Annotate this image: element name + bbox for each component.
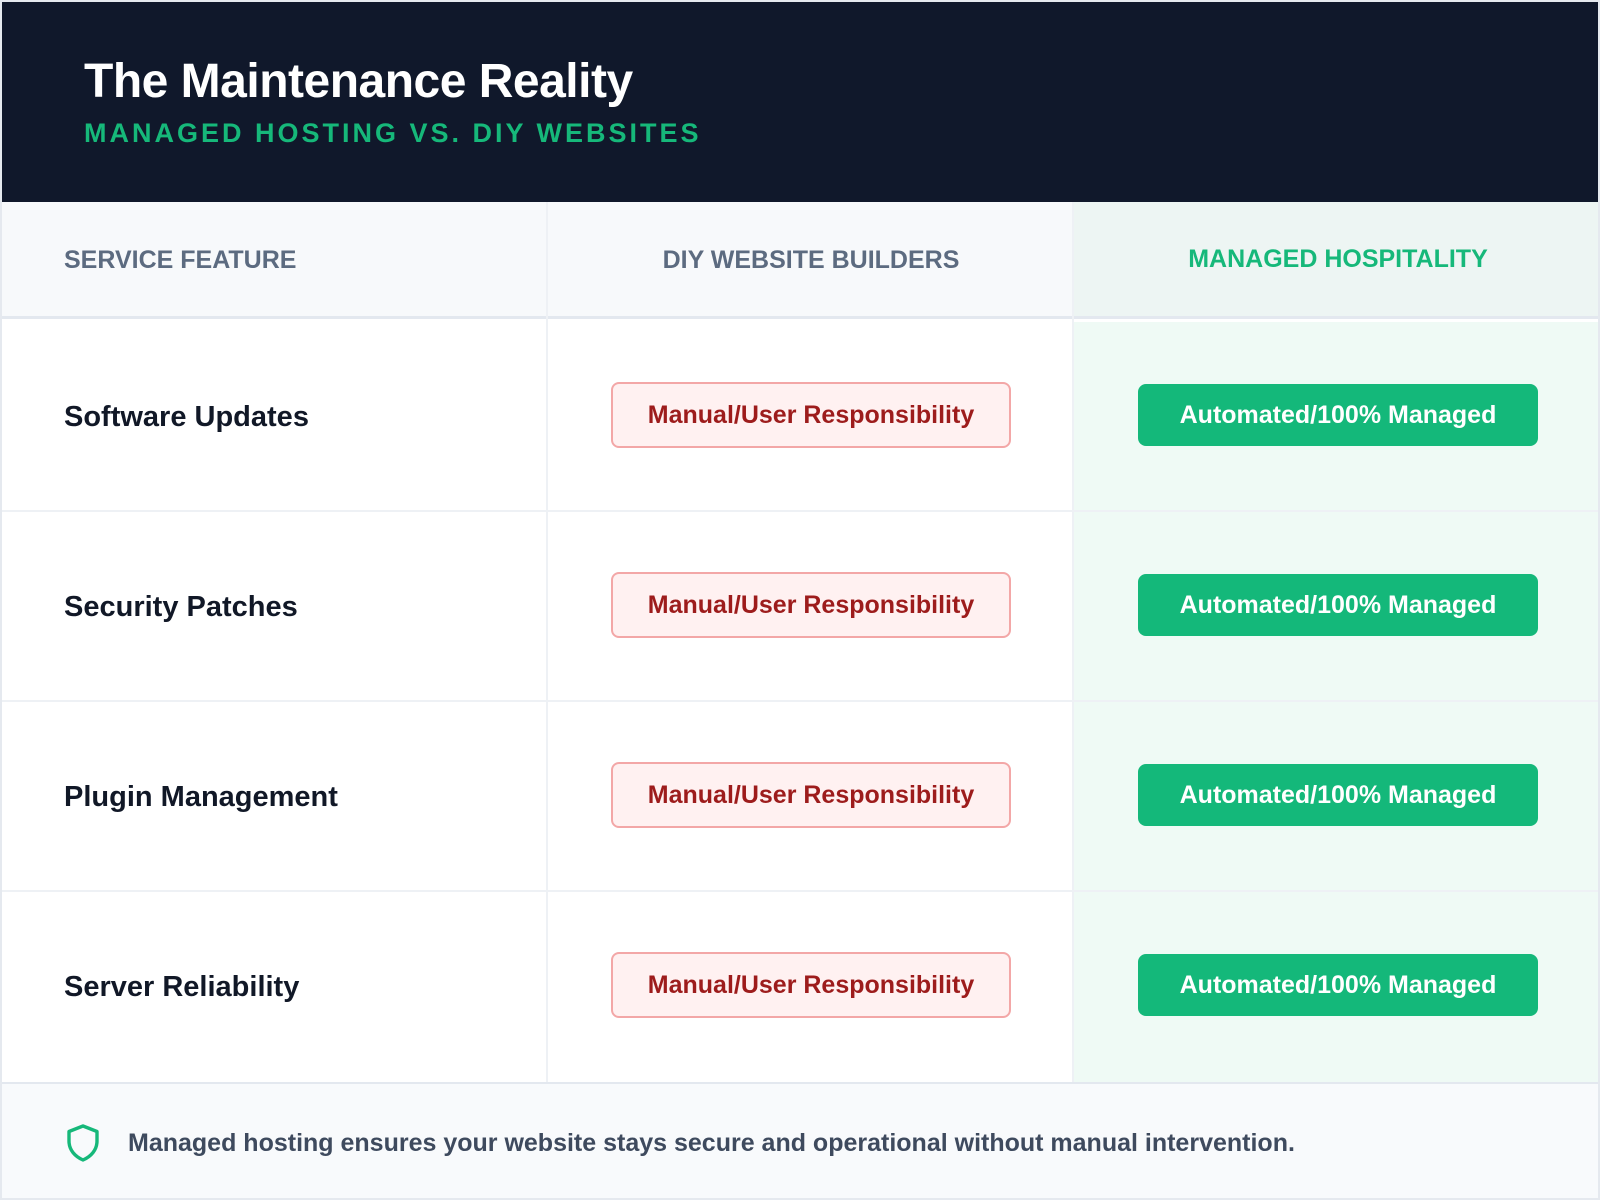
shield-icon <box>67 1124 99 1162</box>
footer-note: Managed hosting ensures your website sta… <box>2 1082 1598 1198</box>
managed-status-badge: Automated/100% Managed <box>1138 764 1538 826</box>
managed-status-badge: Automated/100% Managed <box>1138 574 1538 636</box>
comparison-card: The Maintenance Reality MANAGED HOSTING … <box>0 0 1600 1200</box>
page-title: The Maintenance Reality <box>84 55 633 108</box>
header-banner: The Maintenance Reality MANAGED HOSTING … <box>2 2 1598 202</box>
feature-label: Plugin Management <box>64 780 338 813</box>
feature-label: Software Updates <box>64 400 309 433</box>
diy-status-badge: Manual/User Responsibility <box>611 572 1011 638</box>
column-header-diy: DIY WEBSITE BUILDERS <box>662 246 960 274</box>
page-subtitle: MANAGED HOSTING VS. DIY WEBSITES <box>84 118 702 148</box>
feature-label: Security Patches <box>64 590 298 623</box>
diy-status-badge: Manual/User Responsibility <box>611 382 1011 448</box>
column-header-managed: MANAGED HOSPITALITY <box>1074 202 1598 316</box>
column-header-feature: SERVICE FEATURE <box>64 246 297 274</box>
table-row: Plugin Management Manual/User Responsibi… <box>2 702 1598 892</box>
footer-text: Managed hosting ensures your website sta… <box>128 1128 1295 1157</box>
table-row: Security Patches Manual/User Responsibil… <box>2 512 1598 702</box>
diy-status-badge: Manual/User Responsibility <box>611 952 1011 1018</box>
feature-label: Server Reliability <box>64 970 300 1003</box>
managed-status-badge: Automated/100% Managed <box>1138 384 1538 446</box>
managed-status-badge: Automated/100% Managed <box>1138 954 1538 1016</box>
diy-status-badge: Manual/User Responsibility <box>611 762 1011 828</box>
table-header: SERVICE FEATURE DIY WEBSITE BUILDERS MAN… <box>2 202 1598 319</box>
table-row: Software Updates Manual/User Responsibil… <box>2 322 1598 512</box>
table-row: Server Reliability Manual/User Responsib… <box>2 892 1598 1082</box>
